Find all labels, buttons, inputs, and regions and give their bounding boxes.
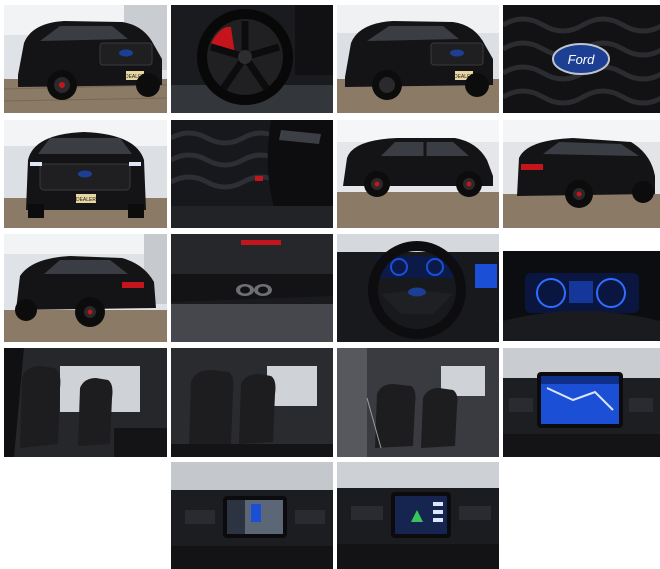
steering-wheel-image xyxy=(337,234,499,342)
photo-thumbnail-14[interactable] xyxy=(171,348,333,457)
suv-rear-three-quarter-angle-image xyxy=(4,234,167,342)
second-row-seats-image xyxy=(171,348,333,457)
touchscreen-drive-mode-image xyxy=(337,462,499,569)
suv-rear-three-quarter-image xyxy=(503,120,660,228)
rear-exhaust-image xyxy=(171,234,333,342)
photo-thumbnail-4[interactable]: Ford xyxy=(503,5,660,113)
photo-gallery: DEALER DEALER Ford DEALER xyxy=(0,0,660,569)
photo-thumbnail-9[interactable] xyxy=(4,234,167,342)
photo-thumbnail-1[interactable]: DEALER xyxy=(4,5,167,113)
suv-front-three-quarter-angle-image: DEALER xyxy=(337,5,499,113)
touchscreen-navigation-image xyxy=(503,348,660,457)
photo-thumbnail-7[interactable] xyxy=(337,120,499,228)
third-row-seats-image xyxy=(337,348,499,457)
suv-front-three-quarter-image: DEALER xyxy=(4,5,167,113)
suv-front-view-image: DEALER xyxy=(4,120,167,228)
suv-side-profile-image xyxy=(337,120,499,228)
photo-thumbnail-3[interactable]: DEALER xyxy=(337,5,499,113)
grille-badge-image: Ford xyxy=(503,5,660,113)
touchscreen-camera-image xyxy=(171,462,333,569)
photo-thumbnail-6[interactable] xyxy=(171,120,333,228)
photo-thumbnail-5[interactable]: DEALER xyxy=(4,120,167,228)
photo-thumbnail-12[interactable] xyxy=(503,251,660,341)
photo-thumbnail-15[interactable] xyxy=(337,348,499,457)
license-plate-text: DEALER xyxy=(76,197,96,203)
badge-text: Ford xyxy=(568,52,596,67)
photo-thumbnail-2[interactable] xyxy=(171,5,333,113)
instrument-cluster-image xyxy=(503,251,660,341)
photo-thumbnail-18[interactable] xyxy=(337,462,499,569)
photo-thumbnail-8[interactable] xyxy=(503,120,660,228)
wheel-brake-image xyxy=(171,5,333,113)
photo-thumbnail-13[interactable] xyxy=(4,348,167,457)
photo-thumbnail-10[interactable] xyxy=(171,234,333,342)
photo-thumbnail-11[interactable] xyxy=(337,234,499,342)
photo-thumbnail-16[interactable] xyxy=(503,348,660,457)
headlight-grille-detail-image xyxy=(171,120,333,228)
front-seats-image xyxy=(4,348,167,457)
photo-thumbnail-17[interactable] xyxy=(171,462,333,569)
